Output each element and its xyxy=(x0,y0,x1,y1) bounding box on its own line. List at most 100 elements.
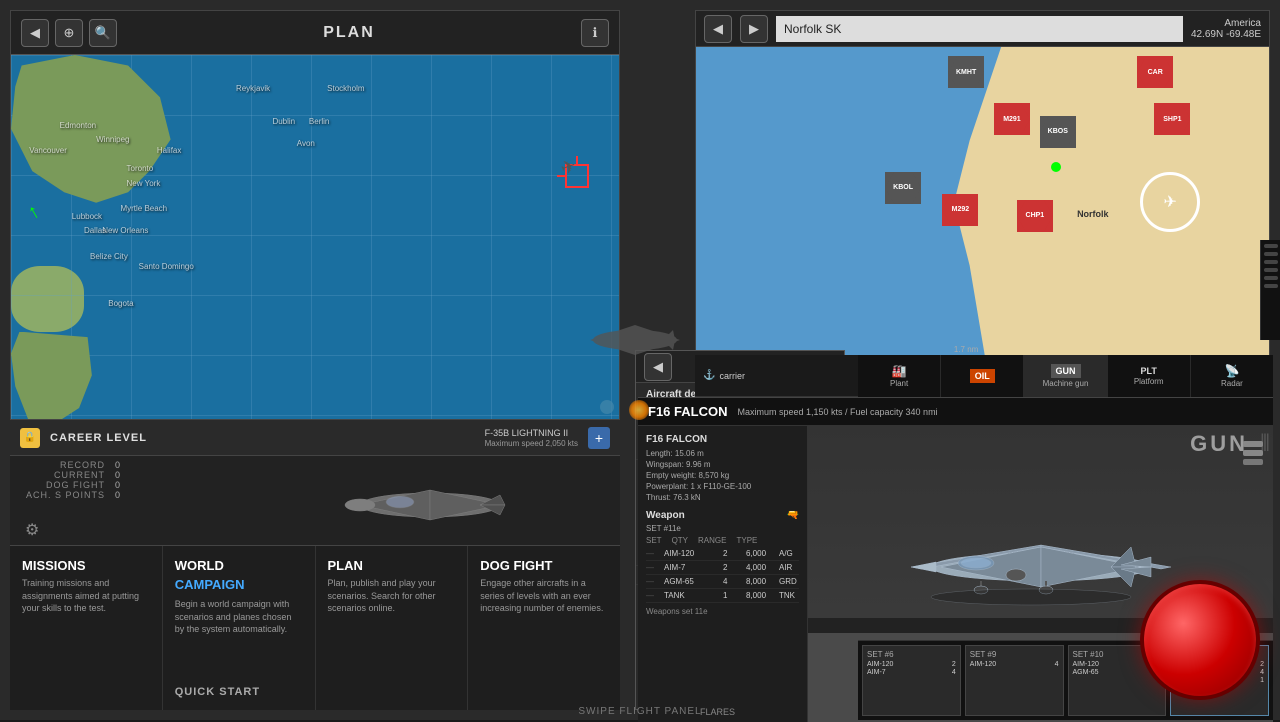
gun-tag: GUN xyxy=(1051,364,1081,378)
settings-icon[interactable]: ⚙ xyxy=(25,520,39,540)
weapon-footer: Weapons set 11e xyxy=(646,607,799,616)
flares-label: FLARES xyxy=(700,707,735,717)
stat-current: CURRENT 0 xyxy=(25,470,121,480)
missions-bar: MISSIONS Training missions and assignmen… xyxy=(10,545,620,710)
aircraft-details-title: F16 FALCON xyxy=(648,404,727,419)
marker-kmht[interactable]: KMHT xyxy=(948,56,984,92)
edge-dot-2 xyxy=(1264,252,1278,256)
target-circle: ✈ xyxy=(1140,172,1200,232)
world-campaign-desc: Begin a world campaign with scenarios an… xyxy=(175,598,303,636)
career-add-button[interactable]: + xyxy=(588,427,610,449)
marker-m292[interactable]: M292 xyxy=(942,194,978,230)
carrier-toolbar-item[interactable]: ⚓ carrier xyxy=(695,355,860,397)
aircraft-details-subtitle: Maximum speed 1,150 kts / Fuel capacity … xyxy=(737,407,937,417)
aircraft-specs-left: F16 FALCON Length: 15.06 m Wingspan: 9.9… xyxy=(638,426,808,722)
career-stats: RECORD 0 CURRENT 0 DOG FIGHT 0 ACH. S PO… xyxy=(25,460,121,500)
oil-tag: OIL xyxy=(970,369,995,383)
weapon-tank: — TANK 1 8,000 TNK xyxy=(646,589,799,603)
plant-label: Plant xyxy=(890,379,908,388)
plan-zoom-button[interactable]: 🔍 xyxy=(89,19,117,47)
marker-chp1[interactable]: CHP1 xyxy=(1017,200,1053,236)
world-campaign-subtitle: CAMPAIGN xyxy=(175,577,303,592)
weapon-set-9[interactable]: SET #9 AIM-120 4 xyxy=(965,645,1064,716)
plan-back-button[interactable]: ◀ xyxy=(21,19,49,47)
f35-aircraft-preview xyxy=(300,450,560,560)
edge-dot-1 xyxy=(1264,244,1278,248)
right-map-content[interactable]: Norfolk KMHT CAR M291 KBOS SHP1 KBOL M29… xyxy=(696,47,1269,359)
world-campaign-item[interactable]: WORLD CAMPAIGN Begin a world campaign wi… xyxy=(163,546,316,710)
plan-map-panel: ◀ ⊕ 🔍 PLAN ℹ Vancouver xyxy=(10,10,620,420)
edge-dot-4 xyxy=(1264,268,1278,272)
world-campaign-title: WORLD xyxy=(175,558,303,573)
career-missions-panel: 🔒 CAREER LEVEL F-35B LIGHTNING II Maximu… xyxy=(10,420,620,710)
wh-set: SET xyxy=(646,536,662,545)
weapon-section: Weapon 🔫 SET #11e SET QTY RANGE TYPE — A… xyxy=(646,510,799,616)
weapon-set-6a[interactable]: SET #6 AIM-120 2 AIM-7 4 xyxy=(862,645,961,716)
plan-item[interactable]: PLAN Plan, publish and play your scenari… xyxy=(316,546,469,710)
spec-thrust: Thrust: 76.3 kN xyxy=(646,493,799,502)
map-scroll-indicator xyxy=(600,400,614,414)
plan-title: PLAN xyxy=(323,24,375,42)
dog-fight-item[interactable]: DOG FIGHT Engage other aircrafts in a se… xyxy=(468,546,620,710)
weapon-icon: 🔫 xyxy=(787,510,799,521)
spec-wingspan: Wingspan: 9.96 m xyxy=(646,460,799,469)
stat-dog-fight: DOG FIGHT 0 xyxy=(25,480,121,490)
plan-info-button[interactable]: ℹ xyxy=(581,19,609,47)
spec-length: Length: 15.06 m xyxy=(646,449,799,458)
wh-range: RANGE xyxy=(698,536,726,545)
missions-item[interactable]: MISSIONS Training missions and assignmen… xyxy=(10,546,163,710)
stat-ach-points: ACH. S POINTS 0 xyxy=(25,490,121,500)
target-plane-icon: ✈ xyxy=(1164,192,1177,212)
spec-powerplant: Powerplant: 1 x F110-GE-100 xyxy=(646,482,799,491)
edge-dot-6 xyxy=(1264,284,1278,288)
right-map-header: ◀ ▶ America 42.69N -69.48E xyxy=(696,11,1269,47)
editor-back-button[interactable]: ◀ xyxy=(644,353,672,381)
world-map-container[interactable]: Vancouver Edmonton Winnipeg Halifax New … xyxy=(11,55,619,419)
plan-forward-button[interactable]: ⊕ xyxy=(55,19,83,47)
dog-fight-title: DOG FIGHT xyxy=(480,558,608,573)
stat-record: RECORD 0 xyxy=(25,460,121,470)
toolbar-plant[interactable]: 🏭 Plant xyxy=(858,355,941,397)
region-label: America xyxy=(1191,18,1261,29)
missions-title: MISSIONS xyxy=(22,558,150,573)
f35-silhouette xyxy=(310,460,550,550)
quick-start-label[interactable]: QUICK START xyxy=(175,686,260,698)
aircraft-details-header: F16 FALCON Maximum speed 1,150 kts / Fue… xyxy=(638,398,1273,426)
ws6a-aim7: AIM-7 4 xyxy=(867,669,956,676)
toolbar-gun[interactable]: GUN Machine gun xyxy=(1024,355,1107,397)
edge-dot-3 xyxy=(1264,260,1278,264)
weapon-set-label: SET #11e xyxy=(646,524,799,533)
ws9-aim120: AIM-120 4 xyxy=(970,661,1059,668)
dog-fight-desc: Engage other aircrafts in a series of le… xyxy=(480,577,608,615)
ws9-title: SET #9 xyxy=(970,650,1059,659)
missions-desc: Training missions and assignments aimed … xyxy=(22,577,150,615)
weapon-title: Weapon 🔫 xyxy=(646,510,799,521)
weapon-headers: SET QTY RANGE TYPE xyxy=(646,536,799,545)
right-map-back-button[interactable]: ◀ xyxy=(704,15,732,43)
marker-shp1[interactable]: SHP1 xyxy=(1154,103,1190,139)
toolbar-plt[interactable]: PLT Platform xyxy=(1108,355,1191,397)
plan-item-desc: Plan, publish and play your scenarios. S… xyxy=(328,577,456,615)
marker-car[interactable]: CAR xyxy=(1137,56,1173,92)
career-plane-name: F-35B LIGHTNING II Maximum speed 2,050 k… xyxy=(485,428,578,448)
toolbar-radar[interactable]: 📡 Radar xyxy=(1191,355,1273,397)
icon-toolbar: 🏭 Plant OIL GUN Machine gun PLT Platform… xyxy=(858,355,1273,397)
bullet-indicators xyxy=(1243,441,1263,465)
weapon-agm65: — AGM-65 4 8,000 GRD xyxy=(646,575,799,589)
right-map-panel: ◀ ▶ America 42.69N -69.48E Norfolk KMHT … xyxy=(695,10,1270,360)
toolbar-oil[interactable]: OIL xyxy=(941,355,1024,397)
marker-m291[interactable]: M291 xyxy=(994,103,1030,139)
plan-item-title: PLAN xyxy=(328,558,456,573)
red-action-button[interactable] xyxy=(1140,580,1260,700)
plt-label: Platform xyxy=(1134,377,1164,386)
location-input[interactable] xyxy=(776,16,1183,42)
weapon-aim120: — AIM-120 2 6,000 A/G xyxy=(646,547,799,561)
marker-kbos[interactable]: KBOS xyxy=(1040,116,1076,152)
plan-nav-controls: ◀ ⊕ 🔍 xyxy=(21,19,117,47)
carrier-toolbar-label: carrier xyxy=(719,371,745,381)
info-icon: ℹ xyxy=(593,25,598,41)
right-map-forward-button[interactable]: ▶ xyxy=(740,15,768,43)
swipe-flight-panel-label: SWIPE FLIGHT PANEL xyxy=(578,706,701,717)
wh-qty: QTY xyxy=(672,536,688,545)
marker-kbol[interactable]: KBOL xyxy=(885,172,921,208)
